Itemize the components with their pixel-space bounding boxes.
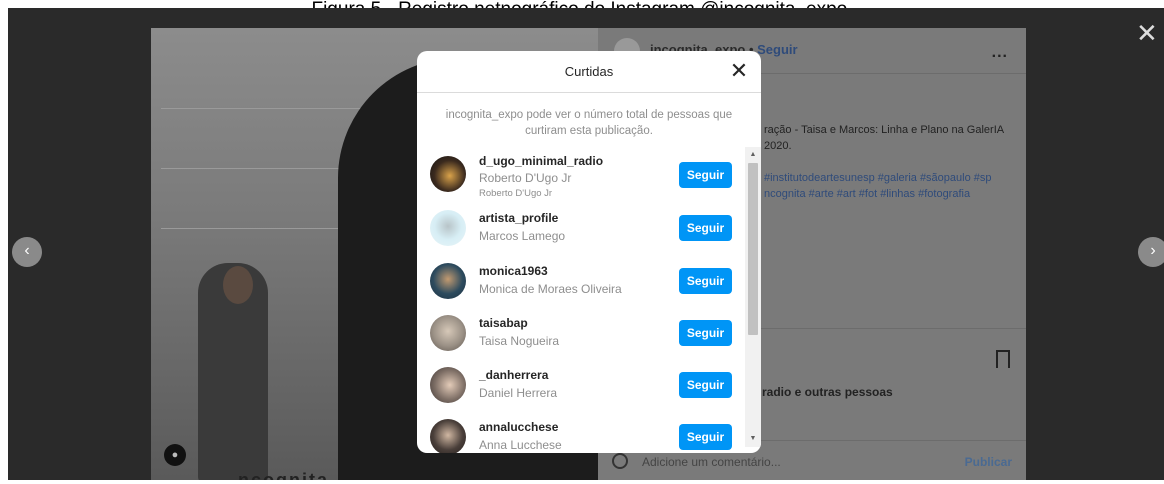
more-options-icon[interactable]: ... bbox=[992, 44, 1008, 62]
photo-text: ncognita bbox=[238, 470, 329, 480]
likes-scrollbar[interactable]: ▲ ▼ bbox=[745, 147, 761, 447]
user-tag-icon[interactable]: ● bbox=[164, 444, 186, 466]
scroll-down-icon[interactable]: ▼ bbox=[745, 433, 761, 445]
comment-input[interactable]: Adicione um comentário... bbox=[642, 455, 781, 469]
full-name: Anna Lucchese bbox=[479, 438, 562, 452]
post-caption-line: 2020. bbox=[764, 140, 792, 152]
sub-name: Roberto D'Ugo Jr bbox=[479, 188, 553, 199]
scroll-up-icon[interactable]: ▲ bbox=[745, 149, 761, 161]
list-item: monica1963 Monica de Moraes Oliveira Seg… bbox=[417, 257, 747, 309]
avatar[interactable] bbox=[430, 210, 466, 246]
post-caption-line: ração - Taisa e Marcos: Linha e Plano na… bbox=[764, 124, 1005, 136]
full-name: Roberto D'Ugo Jr bbox=[479, 171, 572, 185]
follow-button[interactable]: Seguir bbox=[679, 424, 732, 450]
post-hashtags[interactable]: #institutodeartesunesp #galeria #sãopaul… bbox=[764, 170, 992, 186]
list-item: d_ugo_minimal_radio Roberto D'Ugo Jr Rob… bbox=[417, 147, 747, 199]
avatar[interactable] bbox=[430, 156, 466, 192]
likes-privacy-notice: incognita_expo pode ver o número total d… bbox=[445, 109, 733, 137]
likes-summary[interactable]: radio e outras pessoas bbox=[762, 385, 893, 399]
likes-list: d_ugo_minimal_radio Roberto D'Ugo Jr Rob… bbox=[417, 147, 747, 453]
username[interactable]: _danherrera bbox=[479, 368, 548, 382]
follow-button[interactable]: Seguir bbox=[679, 268, 732, 294]
close-icon[interactable]: ✕ bbox=[727, 60, 751, 84]
avatar[interactable] bbox=[430, 315, 466, 351]
dialog-title: Curtidas bbox=[564, 64, 614, 79]
scroll-thumb[interactable] bbox=[748, 163, 758, 335]
list-item: _danherrera Daniel Herrera Seguir bbox=[417, 361, 747, 413]
follow-button[interactable]: Seguir bbox=[679, 320, 732, 346]
avatar[interactable] bbox=[430, 419, 466, 453]
likes-dialog: Curtidas ✕ incognita_expo pode ver o núm… bbox=[417, 51, 761, 453]
full-name: Taisa Nogueira bbox=[479, 334, 560, 348]
username[interactable]: artista_profile bbox=[479, 211, 558, 225]
full-name: Monica de Moraes Oliveira bbox=[479, 282, 622, 296]
username[interactable]: monica1963 bbox=[479, 264, 548, 278]
photo-person-head bbox=[223, 266, 253, 304]
username[interactable]: d_ugo_minimal_radio bbox=[479, 154, 603, 168]
full-name: Marcos Lamego bbox=[479, 229, 566, 243]
list-item: taisabap Taisa Nogueira Seguir bbox=[417, 309, 747, 361]
username[interactable]: taisabap bbox=[479, 316, 528, 330]
list-item: artista_profile Marcos Lamego Seguir bbox=[417, 205, 747, 257]
avatar[interactable] bbox=[430, 263, 466, 299]
username[interactable]: annalucchese bbox=[479, 420, 558, 434]
avatar[interactable] bbox=[430, 367, 466, 403]
next-post-icon[interactable]: › bbox=[1138, 237, 1164, 267]
full-name: Daniel Herrera bbox=[479, 386, 558, 400]
dialog-header: Curtidas ✕ bbox=[417, 51, 761, 93]
list-item: annalucchese Anna Lucchese Seguir bbox=[417, 413, 747, 453]
follow-button[interactable]: Seguir bbox=[679, 162, 732, 188]
image-credit: ... bbox=[12, 476, 20, 480]
post-hashtags[interactable]: ncognita #arte #art #fot #linhas #fotogr… bbox=[764, 186, 970, 202]
follow-button[interactable]: Seguir bbox=[679, 372, 732, 398]
emoji-icon[interactable] bbox=[612, 453, 628, 469]
publish-button[interactable]: Publicar bbox=[965, 455, 1012, 469]
close-viewer-icon[interactable]: ✕ bbox=[1136, 20, 1158, 46]
follow-button[interactable]: Seguir bbox=[679, 215, 732, 241]
previous-post-icon[interactable]: ‹ bbox=[12, 237, 42, 267]
bookmark-icon[interactable] bbox=[996, 350, 1010, 368]
